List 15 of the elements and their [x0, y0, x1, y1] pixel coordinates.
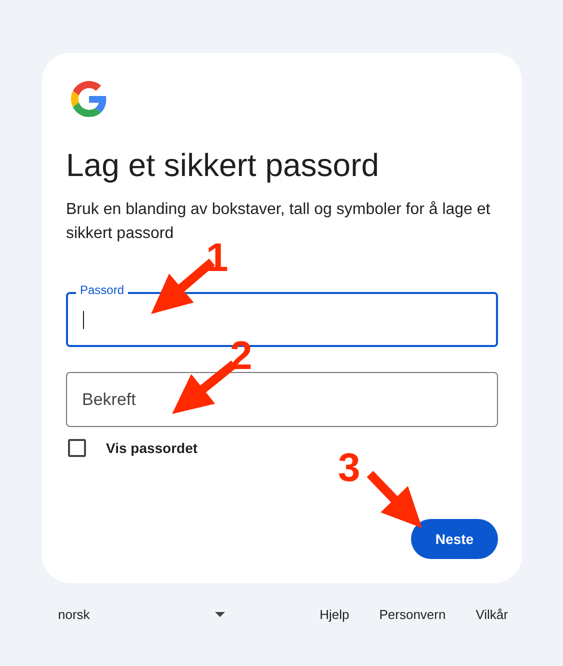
checkbox[interactable]	[68, 439, 86, 457]
footer-link[interactable]: Vilkår	[476, 607, 508, 622]
dropdown-caret-icon[interactable]	[215, 612, 225, 617]
next-button[interactable]: Neste	[411, 519, 498, 559]
page-title: Lag et sikkert passord	[66, 146, 380, 185]
language-selector[interactable]: norsk	[58, 607, 215, 622]
footer-link[interactable]: Personvern	[379, 607, 446, 622]
checkbox-label: Vis passordet	[106, 440, 198, 456]
annotation-number: 3	[338, 448, 360, 488]
annotation-arrow	[366, 470, 422, 528]
g-logo-icon	[69, 81, 109, 117]
confirm-field[interactable]: Bekreft	[66, 372, 498, 427]
footer-link[interactable]: Hjelp	[320, 607, 350, 622]
field-label: Passord	[76, 283, 128, 297]
text-cursor	[83, 311, 84, 329]
